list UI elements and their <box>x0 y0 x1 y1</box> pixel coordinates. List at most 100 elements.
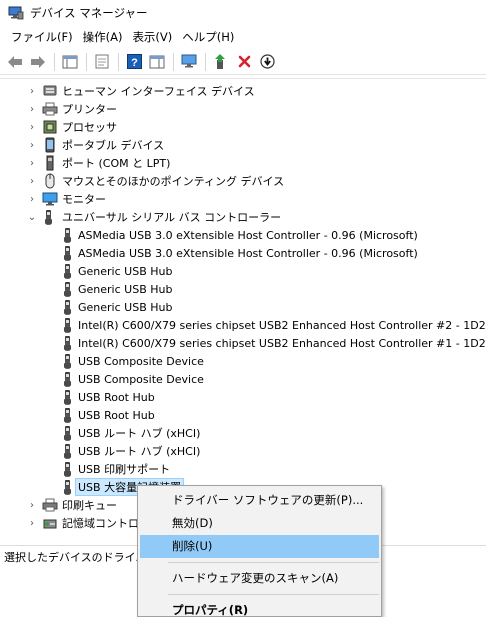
tree-device-label: Generic USB Hub <box>78 264 173 278</box>
tree-category-label: ポータブル デバイス <box>62 139 165 152</box>
menu-view[interactable]: 表示(V) <box>127 27 177 47</box>
expand-chevron-icon[interactable]: › <box>26 172 38 190</box>
back-arrow-icon <box>8 55 22 68</box>
collapse-chevron-icon[interactable]: ⌄ <box>26 208 38 226</box>
menu-item-scan-hardware[interactable]: ハードウェア変更のスキャン(A) <box>138 567 381 590</box>
tree-device-label: USB 印刷サポート <box>78 463 171 476</box>
menu-help[interactable]: ヘルプ(H) <box>177 27 239 47</box>
usb-device-icon <box>62 425 74 441</box>
mouse-icon <box>42 173 58 189</box>
device-manager-icon <box>8 6 24 20</box>
usb-device-icon <box>62 407 74 423</box>
expand-chevron-icon[interactable]: › <box>26 118 38 136</box>
tree-category-mouse[interactable]: › マウスとそのほかのポインティング デバイス <box>26 172 284 190</box>
action-pane-icon <box>149 55 165 68</box>
enable-device-button[interactable] <box>256 51 278 73</box>
monitor-icon <box>42 191 58 207</box>
menu-item-uninstall[interactable]: 削除(U) <box>140 535 379 558</box>
tree-device-item[interactable]: Intel(R) C600/X79 series chipset USB2 En… <box>62 316 486 334</box>
print-queue-icon <box>42 497 58 513</box>
down-arrow-circle-icon <box>259 54 275 69</box>
expand-chevron-icon[interactable]: › <box>26 190 38 208</box>
tree-device-item[interactable]: Generic USB Hub <box>62 262 172 280</box>
tree-category-label: 印刷キュー <box>62 499 117 512</box>
hid-icon <box>42 83 58 99</box>
tree-category-processor[interactable]: › プロセッサ <box>26 118 117 136</box>
usb-device-icon <box>62 299 74 315</box>
tree-device-item[interactable]: USB ルート ハブ (xHCI) <box>62 424 200 442</box>
tree-category-monitor[interactable]: › モニター <box>26 190 106 208</box>
tree-category-printer[interactable]: › プリンター <box>26 100 117 118</box>
usb-device-icon <box>62 353 74 369</box>
usb-device-icon <box>62 461 74 477</box>
svg-text:?: ? <box>131 57 138 69</box>
menu-file[interactable]: ファイル(F) <box>6 27 78 47</box>
expand-chevron-icon[interactable]: › <box>26 100 38 118</box>
back-button[interactable] <box>4 51 26 73</box>
uninstall-button[interactable] <box>233 51 255 73</box>
usb-device-icon <box>62 443 74 459</box>
action-pane-button[interactable] <box>146 51 168 73</box>
show-hide-console-tree-button[interactable] <box>59 51 81 73</box>
expand-chevron-icon[interactable]: › <box>26 136 38 154</box>
tree-device-label: USB ルート ハブ (xHCI) <box>78 427 201 440</box>
tree-device-item[interactable]: USB Root Hub <box>62 406 155 424</box>
tree-category-print-queue[interactable]: › 印刷キュー <box>26 496 117 514</box>
tree-device-label: Intel(R) C600/X79 series chipset USB2 En… <box>78 336 486 350</box>
red-x-icon <box>238 55 250 68</box>
tree-category-label: プリンター <box>62 103 117 116</box>
update-driver-button[interactable] <box>210 51 232 73</box>
tree-category-label: ユニバーサル シリアル バス コントローラー <box>62 211 282 224</box>
expand-chevron-icon[interactable]: › <box>26 514 38 532</box>
toolbar-separator <box>205 52 206 71</box>
tree-device-label: USB Composite Device <box>78 354 204 368</box>
help-button[interactable]: ? <box>123 51 145 73</box>
tree-device-item[interactable]: Generic USB Hub <box>62 298 172 316</box>
tree-category-hid[interactable]: › ヒューマン インターフェイス デバイス <box>26 82 255 100</box>
menu-separator <box>168 594 379 595</box>
menu-item-disable[interactable]: 無効(D) <box>138 512 381 535</box>
toolbar-separator <box>173 52 174 71</box>
properties-button[interactable] <box>91 51 113 73</box>
tree-category-storage-controller[interactable]: › 記憶域コントロー <box>26 514 150 532</box>
monitor-scan-icon <box>181 54 197 68</box>
tree-category-label: モニター <box>62 193 106 206</box>
expand-chevron-icon[interactable]: › <box>26 496 38 514</box>
toolbar: ? <box>0 49 486 75</box>
tree-device-item[interactable]: USB Composite Device <box>62 352 204 370</box>
menu-item-update-driver[interactable]: ドライバー ソフトウェアの更新(P)... <box>138 489 381 512</box>
usb-device-icon <box>62 317 74 333</box>
properties-icon <box>95 54 109 69</box>
tree-device-item[interactable]: Generic USB Hub <box>62 280 172 298</box>
expand-chevron-icon[interactable]: › <box>26 82 38 100</box>
tree-device-item[interactable]: USB Root Hub <box>62 388 155 406</box>
toolbar-separator <box>54 52 55 71</box>
toolbar-separator <box>118 52 119 71</box>
tree-device-item[interactable]: USB ルート ハブ (xHCI) <box>62 442 200 460</box>
tree-device-item[interactable]: USB Composite Device <box>62 370 204 388</box>
tree-category-ports[interactable]: › ポート (COM と LPT) <box>26 154 170 172</box>
toolbar-separator <box>86 52 87 71</box>
tree-device-label: USB Root Hub <box>78 408 155 422</box>
tree-category-label: ポート (COM と LPT) <box>62 157 171 170</box>
expand-chevron-icon[interactable]: › <box>26 154 38 172</box>
tree-device-item[interactable]: ASMedia USB 3.0 eXtensible Host Controll… <box>62 226 418 244</box>
usb-device-icon <box>62 479 74 495</box>
forward-button[interactable] <box>27 51 49 73</box>
tree-category-portable[interactable]: › ポータブル デバイス <box>26 136 164 154</box>
menu-item-properties[interactable]: プロパティ(R) <box>138 599 381 617</box>
portable-device-icon <box>42 137 58 153</box>
tree-device-item[interactable]: ASMedia USB 3.0 eXtensible Host Controll… <box>62 244 418 262</box>
scan-hardware-button[interactable] <box>178 51 200 73</box>
tree-device-item[interactable]: USB 印刷サポート <box>62 460 170 478</box>
update-driver-icon <box>215 53 225 69</box>
tree-device-label: USB ルート ハブ (xHCI) <box>78 445 201 458</box>
help-icon: ? <box>126 54 142 69</box>
tree-device-label: Generic USB Hub <box>78 300 173 314</box>
tree-category-usb-controllers[interactable]: ⌄ ユニバーサル シリアル バス コントローラー <box>26 208 281 226</box>
tree-device-item[interactable]: Intel(R) C600/X79 series chipset USB2 En… <box>62 334 486 352</box>
menu-action[interactable]: 操作(A) <box>78 27 128 47</box>
tree-device-label: Generic USB Hub <box>78 282 173 296</box>
title-bar: デバイス マネージャー <box>0 0 486 26</box>
usb-device-icon <box>62 263 74 279</box>
